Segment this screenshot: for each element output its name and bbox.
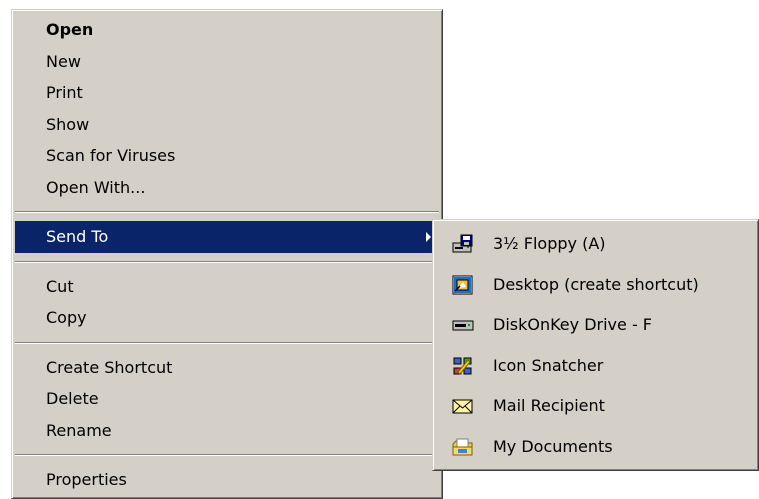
submenu-item-label: Mail Recipient	[493, 396, 605, 415]
submenu-item-floppy[interactable]: 3½ Floppy (A)	[436, 224, 755, 265]
submenu-item-label: 3½ Floppy (A)	[493, 234, 606, 253]
menu-item-print[interactable]: Print	[15, 77, 439, 109]
submenu-item-label: Icon Snatcher	[493, 355, 604, 375]
mail-envelope-icon	[452, 399, 473, 414]
removable-drive-icon	[452, 320, 474, 331]
submenu-item-label: My Documents	[493, 436, 613, 456]
submenu-item-desktop[interactable]: Desktop (create shortcut)	[436, 265, 755, 306]
menu-item-create-shortcut[interactable]: Create Shortcut	[15, 352, 439, 384]
menu-separator	[15, 341, 439, 344]
desktop-icon	[452, 275, 473, 294]
menu-item-show[interactable]: Show	[15, 109, 439, 141]
context-menu: Open New Print Show Scan for Viruses Ope…	[11, 9, 443, 499]
submenu-item-my-documents[interactable]: My Documents	[436, 427, 755, 468]
send-to-submenu: 3½ Floppy (A) Desktop (create shortcut) …	[432, 219, 759, 471]
submenu-item-diskonkey[interactable]: DiskOnKey Drive - F	[436, 305, 755, 346]
menu-item-open-with[interactable]: Open With...	[15, 172, 439, 204]
submenu-item-mail-recipient[interactable]: Mail Recipient	[436, 386, 755, 427]
submenu-item-label: DiskOnKey Drive - F	[493, 315, 652, 334]
menu-separator	[15, 211, 439, 213]
menu-item-rename[interactable]: Rename	[15, 415, 439, 447]
documents-folder-icon	[452, 438, 473, 455]
submenu-item-icon-snatcher[interactable]: Icon Snatcher	[436, 346, 755, 387]
icon-snatcher-icon	[453, 357, 472, 375]
floppy-drive-icon	[452, 234, 473, 253]
menu-item-new[interactable]: New	[15, 46, 439, 78]
submenu-item-label: Desktop (create shortcut)	[493, 274, 699, 294]
menu-separator	[15, 260, 439, 263]
menu-item-scan-for-viruses[interactable]: Scan for Viruses	[15, 140, 439, 172]
menu-item-send-to-label: Send To	[46, 227, 109, 246]
menu-item-copy[interactable]: Copy	[15, 302, 439, 334]
submenu-arrow-icon	[426, 232, 431, 242]
menu-item-delete[interactable]: Delete	[15, 383, 439, 415]
menu-item-open[interactable]: Open	[15, 14, 439, 46]
menu-item-send-to[interactable]: Send To	[15, 221, 439, 253]
menu-separator	[15, 454, 439, 456]
menu-item-cut[interactable]: Cut	[15, 271, 439, 303]
